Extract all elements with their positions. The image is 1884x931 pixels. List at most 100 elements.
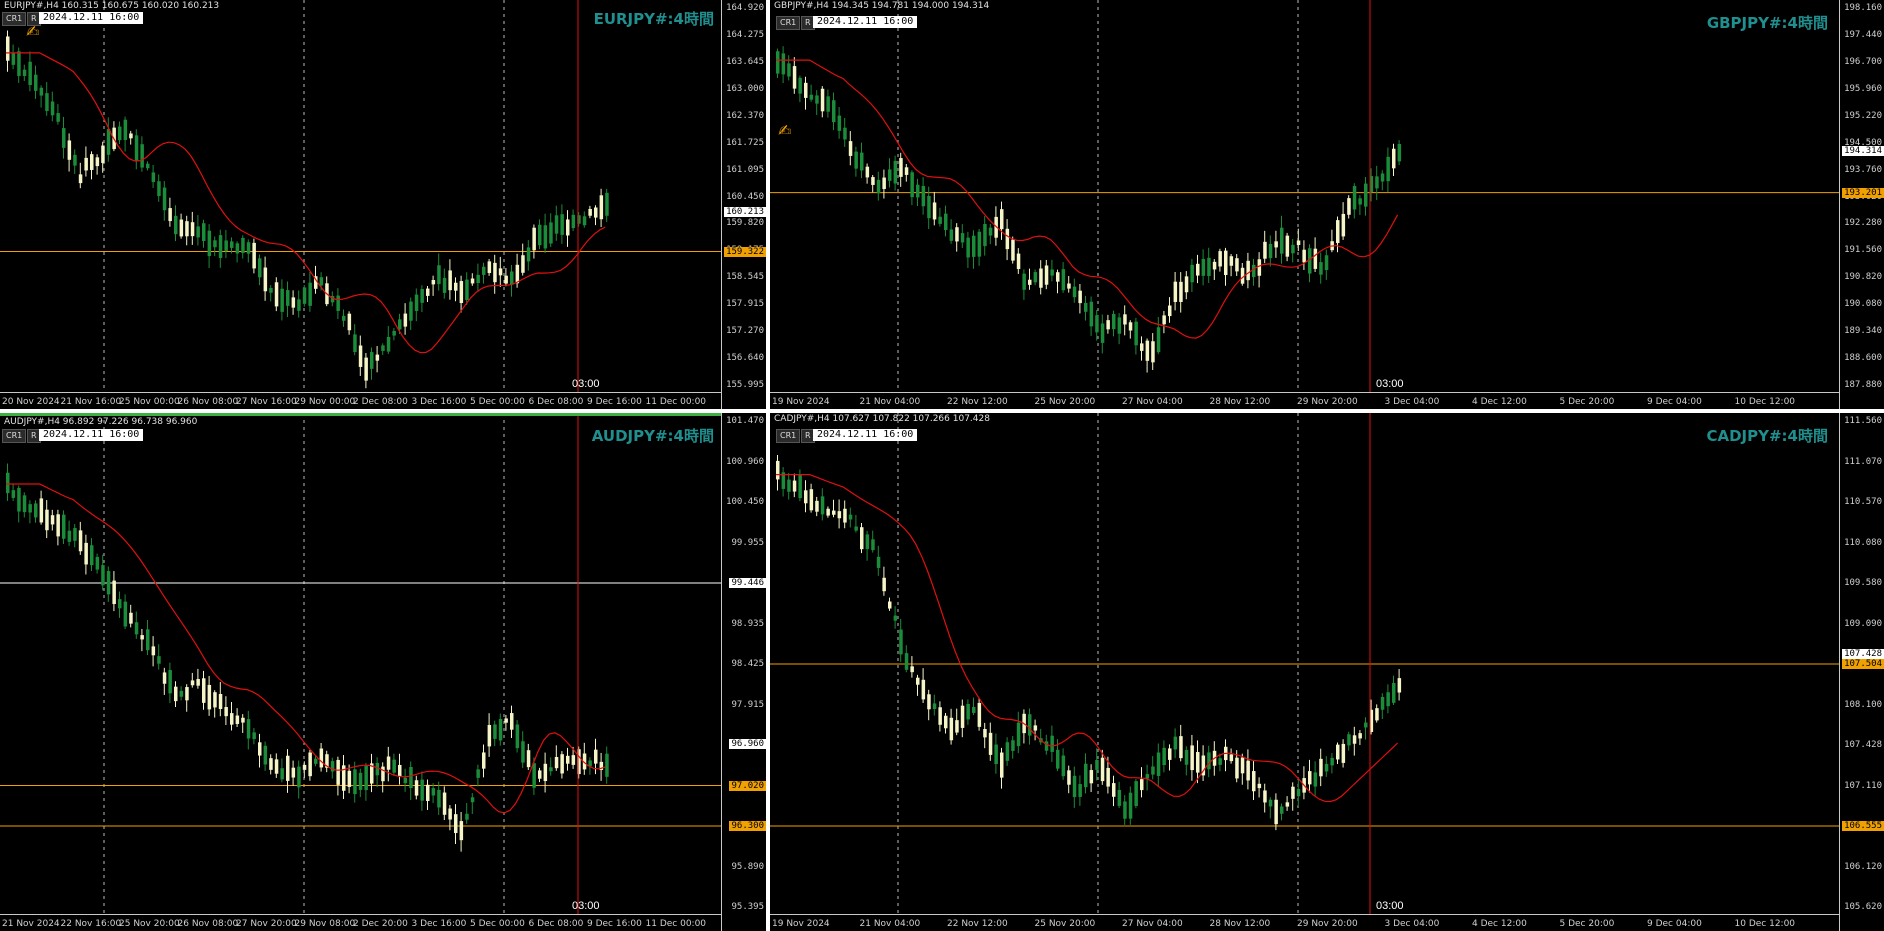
candle-body	[510, 713, 514, 730]
candle-body	[983, 224, 987, 247]
candle-body	[476, 769, 480, 778]
candle-body	[1050, 735, 1054, 752]
vertical-line-label: 03:00	[1376, 378, 1404, 390]
chart-window-cadjpy[interactable]: CADJPY#,H4 107.627 107.822 107.266 107.4…	[770, 413, 1884, 931]
time-axis[interactable]: 21 Nov 2024 22 Nov 16:00 25 Nov 20:00 26 No…	[0, 914, 722, 931]
candle-body	[787, 63, 791, 77]
price-tick-label: 107.428	[1844, 740, 1882, 750]
chart-title: AUDJPY#:4時間	[591, 427, 714, 445]
candle-body	[554, 756, 559, 769]
price-chart[interactable]	[770, 0, 1840, 393]
candle-body	[84, 542, 88, 565]
cr1-button[interactable]: CR1	[2, 429, 27, 443]
candle-body	[826, 96, 830, 112]
candle-body	[336, 759, 340, 785]
chart-window-gbpjpy[interactable]: GBPJPY#,H4 194.345 194.781 194.000 194.3…	[770, 0, 1884, 409]
price-tick-label: 189.340	[1844, 326, 1882, 337]
candle-body	[1336, 220, 1340, 244]
cr1-button[interactable]: CR1	[776, 429, 801, 443]
candle-body	[1050, 269, 1054, 276]
price-tick-label: 105.620	[1844, 902, 1882, 912]
level-price-box: 97.020	[729, 780, 766, 791]
candle-body	[465, 279, 469, 301]
candle-body	[22, 495, 27, 513]
candle-body	[45, 509, 49, 531]
candle-body	[56, 113, 60, 122]
candle-body	[1336, 744, 1340, 760]
chart-window-audjpy[interactable]: AUDJPY#,H4 96.892 97.226 96.738 96.960 C…	[0, 413, 766, 931]
time-tick-label: 29 Nov 08:00	[294, 919, 356, 929]
price-scale[interactable]: 164.920 164.275 163.645 163.000 162.370 161.7…	[721, 0, 766, 409]
candle-body	[554, 215, 559, 234]
candle-body	[459, 281, 464, 304]
candle-body	[588, 208, 592, 216]
candle-body	[157, 181, 161, 197]
price-tick-label: 188.600	[1844, 353, 1882, 364]
time-tick-label: 9 Dec 04:00	[1647, 397, 1702, 407]
candle-body	[1162, 747, 1166, 766]
candle-body	[375, 354, 380, 361]
candle-body	[224, 240, 228, 251]
symbol-ohlc-readout: EURJPY#,H4 160.315 160.675 160.020 160.2…	[4, 1, 220, 11]
candle-body	[246, 719, 251, 739]
price-tick-label: 196.700	[1844, 56, 1882, 67]
candle-body	[1156, 327, 1161, 353]
price-tick-label: 97.915	[731, 699, 764, 710]
candle-body	[1078, 290, 1082, 304]
candle-body	[392, 759, 396, 773]
candle-body	[28, 61, 32, 86]
price-scale[interactable]: 198.160 197.440 196.700 195.960 195.220 194.5…	[1839, 0, 1884, 409]
cr1-button[interactable]: CR1	[2, 12, 27, 26]
price-chart[interactable]	[0, 0, 722, 393]
price-tick-label: 195.960	[1844, 83, 1882, 94]
price-chart[interactable]	[0, 413, 722, 915]
candle-body	[174, 686, 178, 702]
candle-body	[1028, 279, 1032, 285]
chart-window-eurjpy[interactable]: EURJPY#,H4 160.315 160.675 160.020 160.2…	[0, 0, 766, 409]
candle-body	[865, 166, 870, 178]
time-axis[interactable]: 20 Nov 2024 21 Nov 16:00 25 Nov 00:00 26 No…	[0, 392, 722, 409]
current-price-box: 107.428	[1842, 648, 1884, 659]
chart-title: EURJPY#:4時間	[593, 10, 714, 28]
time-axis[interactable]: 19 Nov 2024 21 Nov 04:00 22 Nov 12:00 25 No…	[770, 914, 1840, 931]
candle-body	[899, 158, 903, 177]
cr1-button[interactable]: CR1	[776, 16, 801, 30]
candle-body	[1173, 736, 1178, 750]
candle-body	[972, 706, 976, 713]
candle-body	[1072, 775, 1077, 798]
candle-body	[521, 741, 525, 763]
candle-body	[1347, 734, 1351, 746]
date-label: 2024.12.11 16:00	[39, 12, 144, 24]
candle-body	[134, 622, 139, 635]
candle-body	[381, 345, 385, 351]
candle-body	[1061, 755, 1066, 777]
candle-body	[1095, 759, 1099, 770]
candle-body	[297, 299, 301, 311]
candle-body	[820, 496, 825, 515]
price-tick-label: 163.000	[726, 83, 764, 94]
candle-body	[1145, 340, 1150, 361]
candle-body	[398, 764, 402, 777]
price-tick-label: 159.820	[726, 218, 764, 229]
candle-body	[504, 718, 508, 723]
candle-body	[809, 94, 814, 100]
candle-body	[263, 267, 268, 292]
candle-body	[938, 216, 942, 224]
candle-body	[1392, 148, 1396, 169]
candle-body	[1039, 268, 1043, 288]
price-tick-label: 95.890	[731, 861, 764, 872]
price-scale[interactable]: 101.470 100.960 100.450 99.955 99.446 98.935 9…	[721, 413, 766, 931]
candle-body	[1140, 343, 1144, 351]
candle-body	[62, 514, 66, 539]
candle-body	[809, 489, 814, 511]
price-tick-label: 99.955	[731, 537, 764, 548]
price-scale[interactable]: 111.560 111.070 110.570 110.080 109.580 109.0…	[1839, 413, 1884, 931]
time-axis[interactable]: 19 Nov 2024 21 Nov 04:00 22 Nov 12:00 25 No…	[770, 392, 1840, 409]
candle-body	[1207, 257, 1211, 277]
candle-body	[1397, 678, 1402, 693]
candle-body	[420, 288, 424, 303]
candle-body	[414, 294, 419, 311]
candle-body	[1274, 799, 1278, 825]
candle-body	[1089, 770, 1094, 784]
price-chart[interactable]	[770, 413, 1840, 915]
